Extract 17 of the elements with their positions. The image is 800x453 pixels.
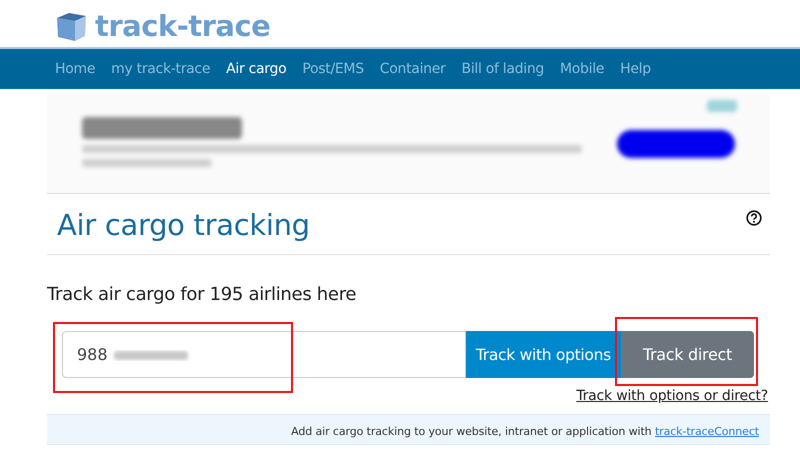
nav-link[interactable]: Home xyxy=(55,61,96,77)
nav-link[interactable]: Post/EMS xyxy=(302,61,364,77)
nav-link[interactable]: Help xyxy=(620,61,651,77)
nav-link[interactable]: Air cargo xyxy=(226,61,286,77)
tracking-number-field[interactable]: 988 xyxy=(62,331,466,378)
page-title: Air cargo tracking xyxy=(57,207,310,244)
nav-link[interactable]: Container xyxy=(380,61,446,77)
connect-link[interactable]: track-traceConnect xyxy=(654,425,759,438)
track-button[interactable]: Track with options xyxy=(466,331,621,378)
footer-text: Add air cargo tracking to your website, intranet or application with track-traceConnect xyxy=(291,425,759,438)
site-logo[interactable]: track-trace xyxy=(95,10,270,42)
options-explainer-link[interactable]: Track with options or direct? xyxy=(576,388,768,404)
intro-text: Track air cargo for 195 airlines here xyxy=(47,283,358,307)
track-button[interactable]: Track direct xyxy=(620,331,754,378)
nav-link[interactable]: my track-trace xyxy=(111,61,210,77)
nav-link[interactable]: Bill of lading xyxy=(462,61,544,77)
nav-link[interactable]: Mobile xyxy=(560,61,604,77)
